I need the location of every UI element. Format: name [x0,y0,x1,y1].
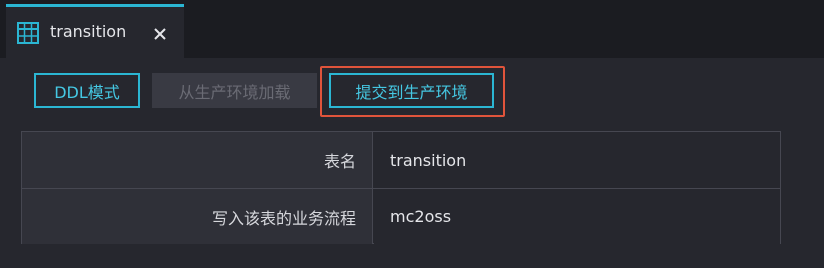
table-grid-icon [16,21,40,45]
tab-bar: transition [0,0,824,58]
table-row: 写入该表的业务流程 mc2oss [22,188,780,244]
highlight-box [320,66,505,117]
ddl-mode-button[interactable]: DDL模式 [34,73,140,108]
row-key-table-name: 表名 [22,132,373,188]
table-info: 表名 transition 写入该表的业务流程 mc2oss [21,131,781,244]
tab-transition[interactable]: transition [6,4,184,58]
close-icon[interactable] [152,26,168,42]
tab-label: transition [50,22,127,41]
row-value-table-name: transition [374,132,780,188]
row-key-business-flow: 写入该表的业务流程 [22,189,373,244]
load-from-production-button[interactable]: 从生产环境加载 [152,73,317,108]
app-window: transition DDL模式 从生产环境加载 提交到生产环境 表名 tran… [0,0,824,268]
table-row: 表名 transition [22,132,780,188]
row-value-business-flow: mc2oss [374,189,780,244]
